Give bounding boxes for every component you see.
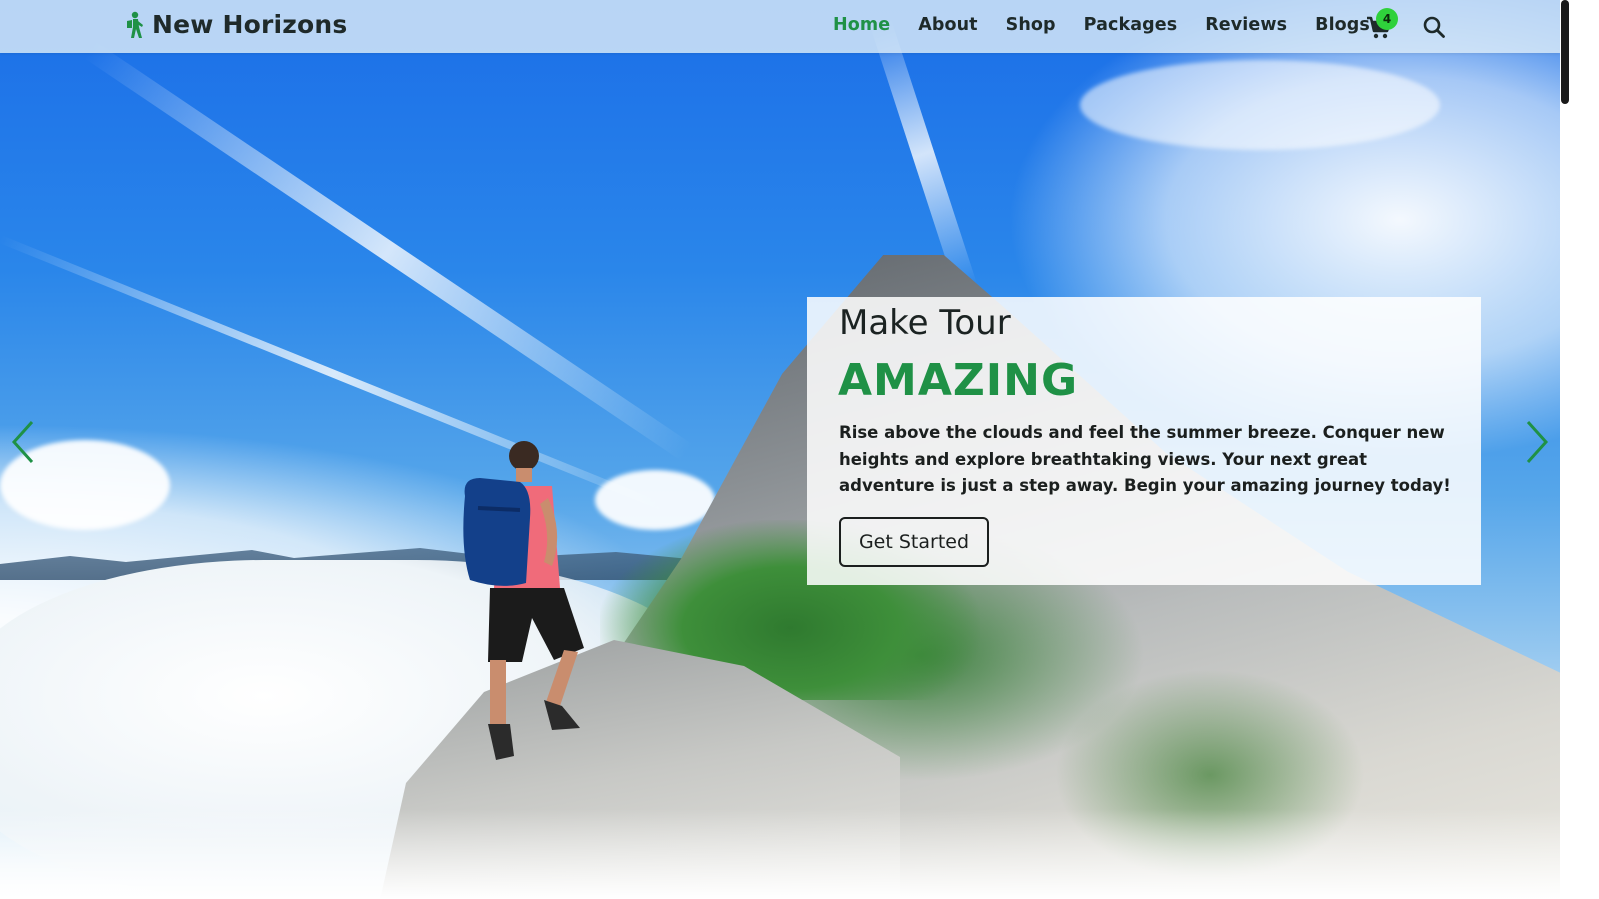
- top-navbar: New Horizons Home About Shop Packages Re…: [0, 0, 1560, 53]
- nav-item-about[interactable]: About: [918, 15, 977, 35]
- nav-item-home[interactable]: Home: [833, 15, 890, 35]
- brand-name: New Horizons: [152, 10, 348, 39]
- contrail: [869, 17, 977, 291]
- brand-logo-link[interactable]: New Horizons: [124, 10, 347, 39]
- bottom-fade: [0, 809, 1560, 899]
- cloud: [1080, 60, 1440, 150]
- hero-description: Rise above the clouds and feel the summe…: [839, 423, 1451, 495]
- hero-pretitle: Make Tour: [839, 303, 1011, 343]
- nav-menu: Home About Shop Packages Reviews Blogs: [833, 15, 1398, 35]
- nav-item-reviews[interactable]: Reviews: [1205, 15, 1287, 35]
- get-started-button[interactable]: Get Started: [839, 517, 989, 567]
- chevron-left-icon[interactable]: [6, 418, 42, 466]
- chevron-right-icon[interactable]: [1518, 418, 1554, 466]
- nav-item-blogs[interactable]: Blogs: [1315, 15, 1370, 35]
- search-icon[interactable]: [1422, 15, 1446, 39]
- hero-title: AMAZING: [838, 355, 1079, 406]
- hiker-figure: [463, 441, 584, 760]
- hero-card: Make Tour AMAZING Rise above the clouds …: [807, 297, 1481, 585]
- scrollbar-thumb[interactable]: [1561, 0, 1569, 104]
- nav-item-shop[interactable]: Shop: [1006, 15, 1056, 35]
- hiker-icon: [127, 11, 143, 38]
- scrollbar-track[interactable]: [1560, 0, 1599, 899]
- nav-item-packages[interactable]: Packages: [1084, 15, 1178, 35]
- cart-count-badge: 4: [1376, 8, 1398, 30]
